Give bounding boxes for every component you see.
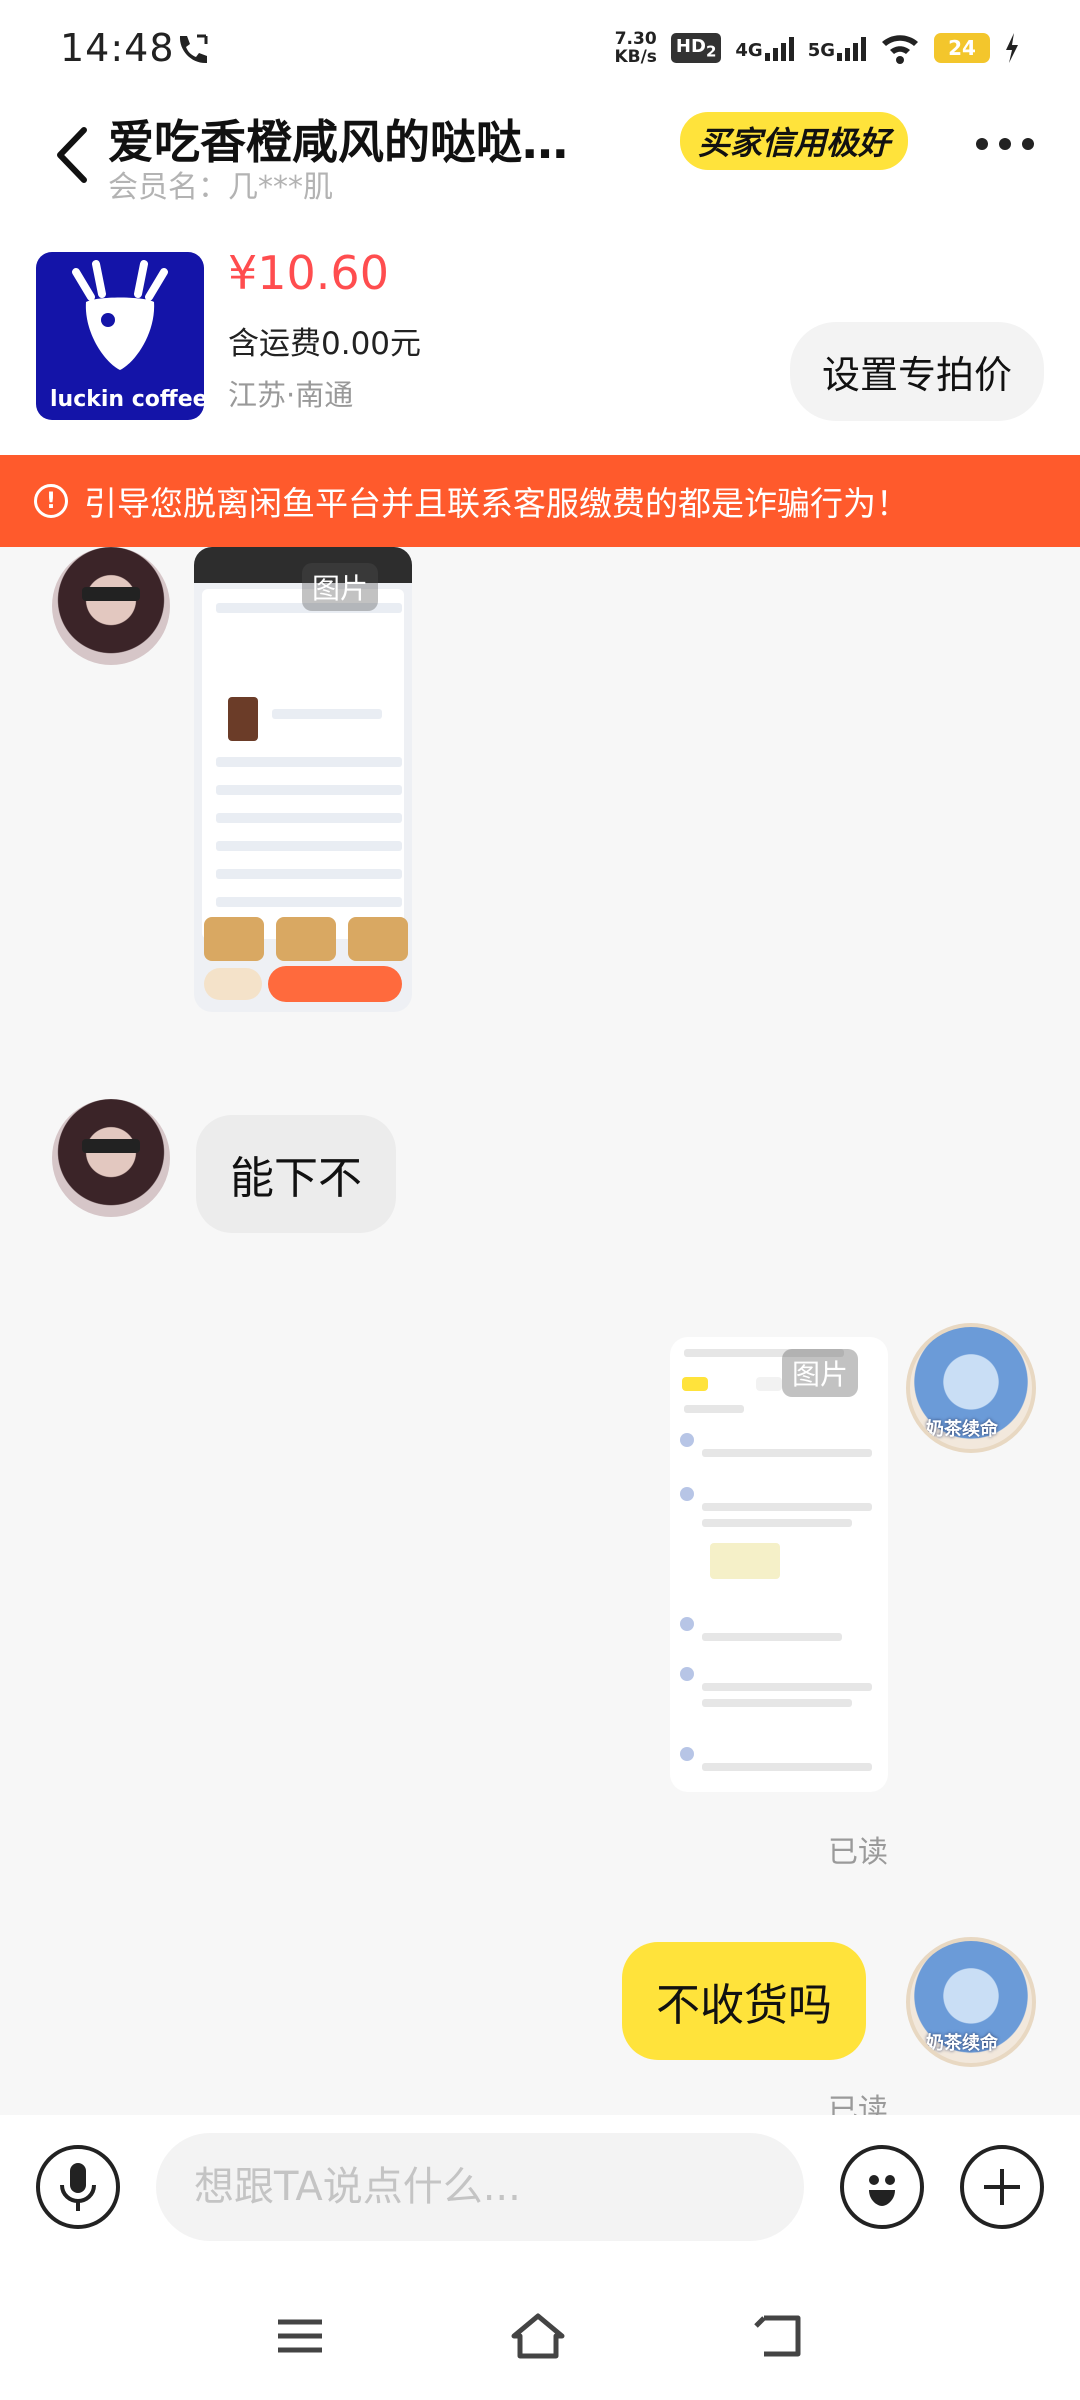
my-avatar[interactable]: 奶茶续命	[906, 1323, 1036, 1453]
signal-5g: 5G	[808, 35, 866, 61]
status-bar: 14:48 7.30 KB/s HD2 4G 5G 24	[0, 0, 1080, 100]
my-avatar[interactable]: 奶茶续命	[906, 1937, 1036, 2067]
input-bar	[0, 2115, 1080, 2270]
phone-call-icon	[179, 34, 208, 64]
microphone-icon	[60, 2163, 96, 2211]
status-time: 14:48	[60, 26, 175, 70]
product-price: ¥10.60	[228, 246, 389, 300]
signal-4g: 4G	[735, 35, 794, 61]
message-bubble-right[interactable]: 不收货吗	[622, 1942, 866, 2060]
wifi-icon	[882, 35, 918, 64]
back-icon[interactable]	[750, 2308, 810, 2364]
warning-icon: !	[34, 484, 68, 518]
system-nav-bar	[0, 2270, 1080, 2400]
image-message[interactable]: 图片	[670, 1337, 888, 1792]
message-input[interactable]	[156, 2133, 804, 2241]
menu-icon[interactable]	[270, 2308, 330, 2364]
chat-messages[interactable]: 图片 能下不 奶茶续命 图片 已读 奶茶续命 不收货吗 已读	[0, 547, 1080, 2115]
back-arrow-icon[interactable]	[48, 120, 98, 190]
seller-avatar[interactable]	[52, 547, 170, 665]
fraud-warning-banner: ! 引导您脱离闲鱼平台并且联系客服缴费的都是诈骗行为！	[0, 455, 1080, 547]
chat-header: 爱吃香橙咸风的哒哒… 会员名：几***肌 买家信用极好	[0, 100, 1080, 220]
read-receipt: 已读	[828, 1835, 888, 1870]
read-receipt: 已读	[828, 2093, 888, 2115]
hd-badge: HD2	[670, 32, 722, 64]
charging-icon	[1006, 33, 1018, 63]
image-label: 图片	[302, 563, 379, 611]
message-bubble-left[interactable]: 能下不	[196, 1115, 396, 1233]
image-message[interactable]: 图片	[194, 547, 412, 1012]
signal-bars-icon	[764, 35, 794, 61]
home-icon[interactable]	[508, 2308, 568, 2364]
set-special-price-button[interactable]: 设置专拍价	[789, 322, 1044, 421]
product-brand-text: luckin coffee	[50, 387, 204, 412]
voice-button[interactable]	[36, 2145, 120, 2229]
seller-avatar[interactable]	[52, 1099, 170, 1217]
product-location: 江苏·南通	[228, 378, 354, 412]
image-label: 图片	[782, 1349, 859, 1397]
net-speed: 7.30 KB/s	[614, 29, 657, 67]
luckin-deer-logo	[72, 260, 168, 370]
product-thumbnail[interactable]: luckin coffee	[36, 252, 204, 420]
member-name: 会员名：几***肌	[108, 170, 333, 205]
warning-text: 引导您脱离闲鱼平台并且联系客服缴费的都是诈骗行为！	[84, 484, 909, 523]
credit-badge[interactable]: 买家信用极好	[680, 112, 909, 170]
emoji-button[interactable]	[840, 2145, 924, 2229]
add-button[interactable]	[960, 2145, 1044, 2229]
plus-icon	[984, 2169, 1020, 2205]
shipping-fee: 含运费0.00元	[228, 326, 422, 362]
signal-bars-icon	[837, 35, 866, 61]
emoji-icon	[869, 2175, 895, 2206]
product-card[interactable]: luckin coffee ¥10.60 含运费0.00元 江苏·南通 设置专拍…	[0, 220, 1080, 455]
battery-icon: 24	[934, 33, 990, 63]
more-options-icon[interactable]	[976, 138, 1034, 150]
